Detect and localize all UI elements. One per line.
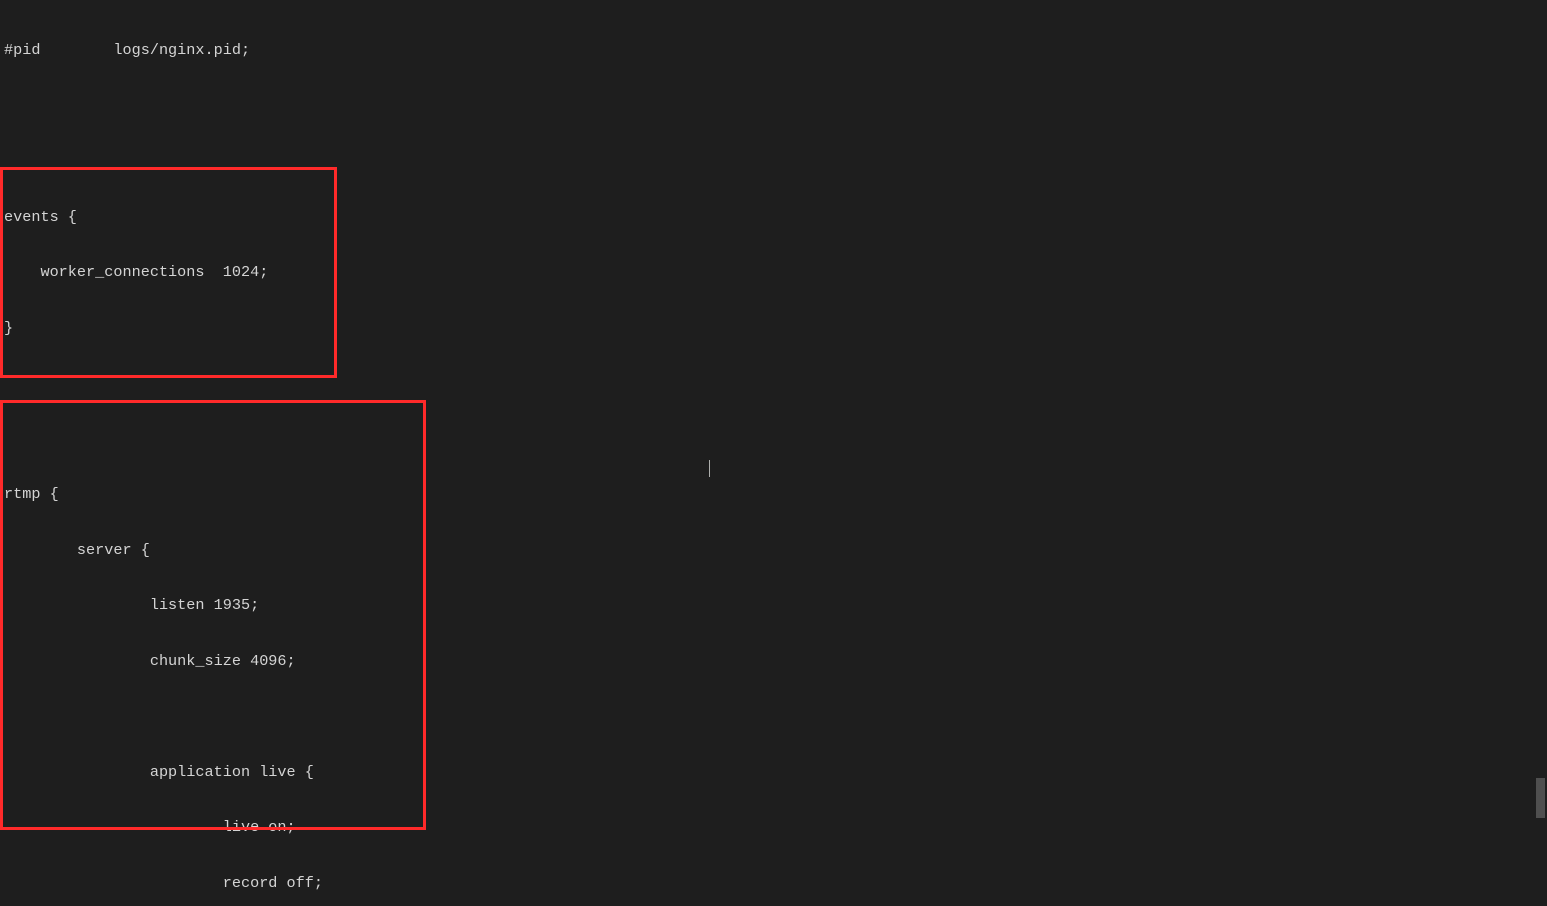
- code-line: [4, 430, 1416, 449]
- code-line: }: [4, 319, 1416, 338]
- code-line: record off;: [4, 874, 1416, 893]
- code-line: [4, 707, 1416, 726]
- code-line: application live {: [4, 763, 1416, 782]
- text-cursor-icon: [709, 460, 710, 477]
- vertical-scrollbar[interactable]: [1533, 0, 1547, 906]
- code-line: listen 1935;: [4, 596, 1416, 615]
- code-editor-content[interactable]: #pid logs/nginx.pid; events { worker_con…: [0, 0, 1420, 906]
- code-line: [4, 152, 1416, 171]
- code-line: #pid logs/nginx.pid;: [4, 41, 1416, 60]
- code-line: live on;: [4, 818, 1416, 837]
- minimap-gutter: [1420, 0, 1533, 906]
- code-line: rtmp {: [4, 485, 1416, 504]
- code-line: worker_connections 1024;: [4, 263, 1416, 282]
- code-line: events {: [4, 208, 1416, 227]
- code-line: server {: [4, 541, 1416, 560]
- code-line: chunk_size 4096;: [4, 652, 1416, 671]
- editor-viewport: #pid logs/nginx.pid; events { worker_con…: [0, 0, 1547, 906]
- code-line: [4, 97, 1416, 116]
- scrollbar-thumb[interactable]: [1536, 778, 1545, 818]
- code-line: [4, 374, 1416, 393]
